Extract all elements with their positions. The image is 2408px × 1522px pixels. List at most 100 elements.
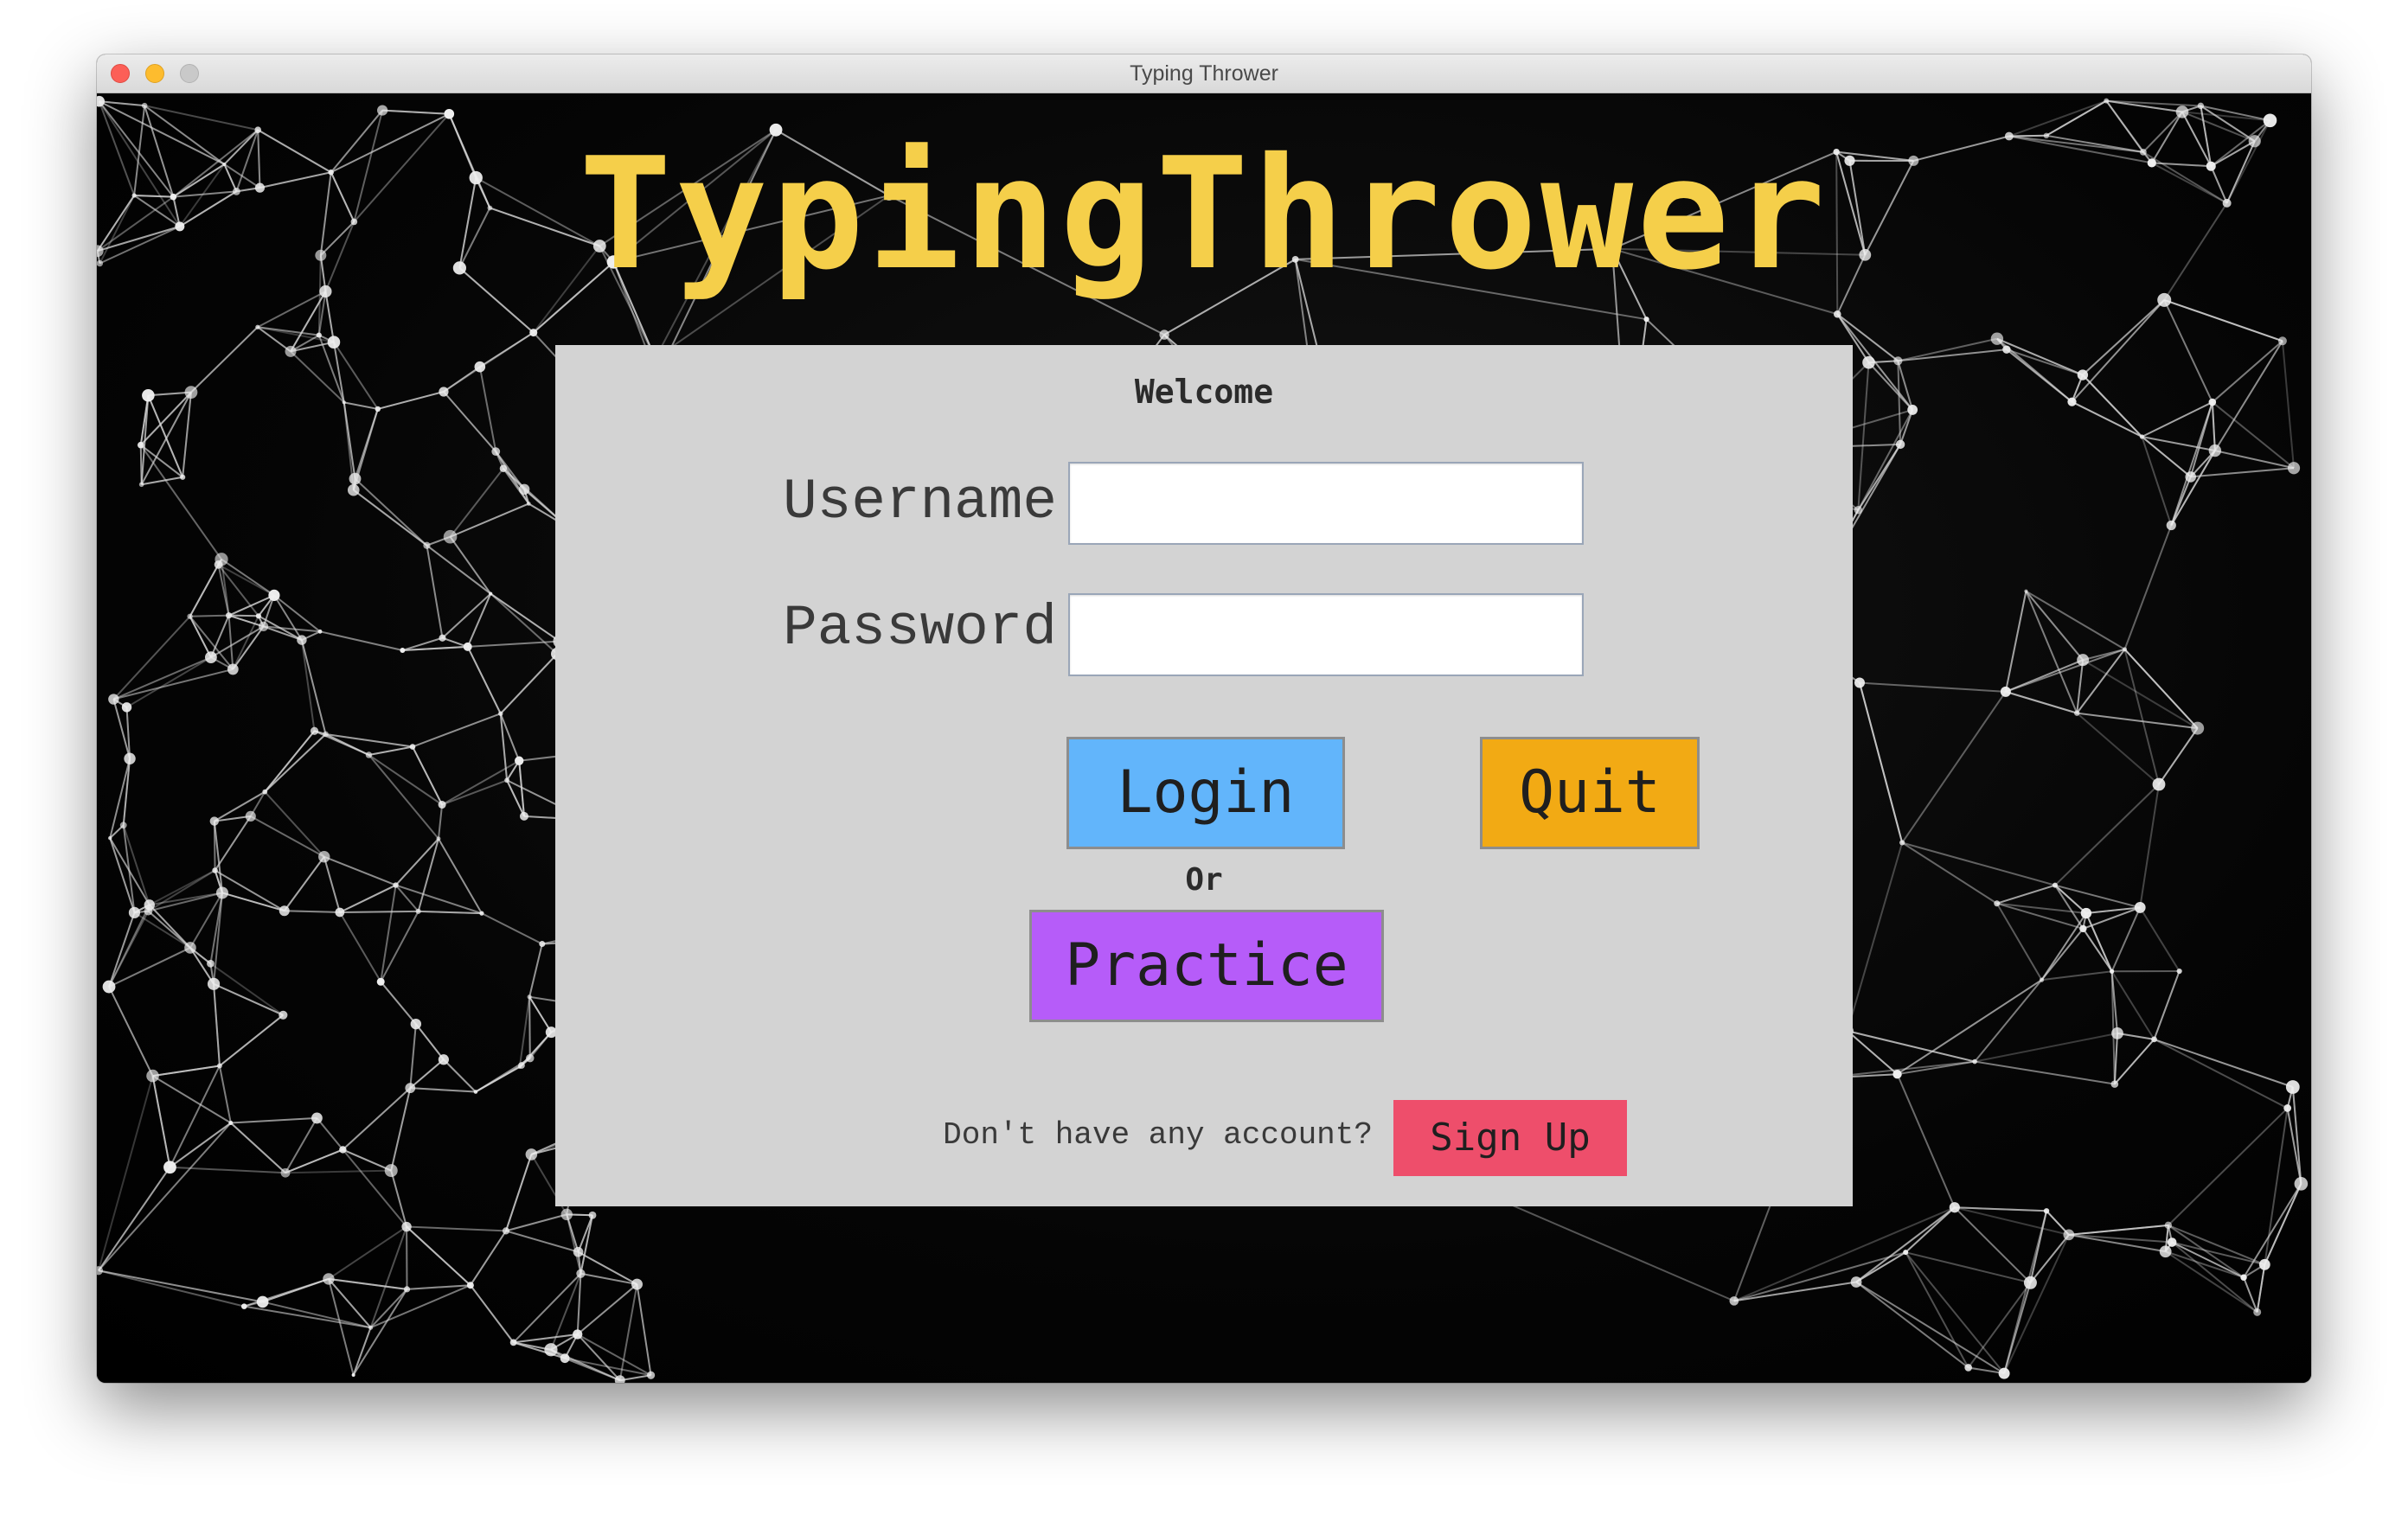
network-line [500, 653, 558, 714]
sign-up-button[interactable]: Sign Up [1393, 1100, 1627, 1176]
practice-button[interactable]: Practice [1029, 910, 1384, 1022]
network-node [108, 694, 119, 705]
network-line [2123, 525, 2173, 650]
network-line [1905, 1206, 1956, 1253]
network-node [1850, 1276, 1862, 1288]
network-line [441, 592, 491, 639]
network-node [368, 1325, 374, 1330]
network-node [473, 1090, 478, 1094]
network-line [1897, 361, 1902, 444]
network-node [316, 332, 322, 338]
network-node [311, 1112, 323, 1124]
network-line [443, 331, 535, 393]
network-node [2176, 968, 2182, 975]
network-node [519, 811, 528, 821]
network-line [576, 1333, 621, 1381]
network-line [443, 391, 497, 452]
network-line [2005, 690, 2078, 714]
network-line [218, 1065, 232, 1123]
network-line [339, 884, 397, 913]
login-button[interactable]: Login [1066, 737, 1345, 849]
network-line [370, 1284, 471, 1329]
password-input[interactable] [1068, 593, 1584, 676]
network-node [2052, 882, 2058, 888]
network-line [323, 856, 341, 913]
network-node [228, 1121, 234, 1126]
network-node [2164, 1221, 2173, 1230]
network-node [258, 621, 269, 632]
network-line [169, 1065, 221, 1168]
network-node [216, 1063, 222, 1069]
network-line [262, 1301, 371, 1329]
username-input[interactable] [1068, 462, 1584, 545]
network-line [214, 815, 252, 872]
network-line [152, 1075, 232, 1124]
network-line [190, 326, 259, 393]
network-node [2277, 336, 2287, 346]
network-line [169, 1122, 232, 1168]
network-node [1854, 677, 1865, 688]
network-node [401, 1221, 412, 1232]
network-line [189, 564, 220, 617]
network-line [264, 790, 325, 858]
network-line [342, 1148, 392, 1172]
network-node [141, 102, 148, 109]
network-node [256, 1295, 269, 1308]
network-node [163, 1161, 176, 1174]
network-node [102, 980, 116, 994]
network-node [225, 612, 233, 619]
network-node [466, 1282, 474, 1289]
network-line [415, 1023, 445, 1060]
network-node [2063, 1229, 2075, 1241]
network-line [244, 1305, 371, 1329]
network-node [339, 1146, 347, 1154]
network-line [505, 1154, 533, 1231]
network-node [2039, 977, 2045, 982]
network-line [1905, 1251, 2031, 1284]
network-node [2166, 520, 2176, 531]
network-line [2243, 1183, 2302, 1278]
network-line [1855, 1251, 1906, 1283]
network-line [2181, 111, 2270, 122]
network-line [412, 746, 443, 805]
network-line [466, 593, 492, 648]
network-node [1862, 355, 1875, 369]
network-line [505, 1230, 579, 1253]
network-line [449, 536, 492, 595]
network-line [409, 1058, 445, 1089]
network-line [2281, 341, 2296, 469]
network-line [528, 996, 531, 1058]
network-line [2154, 1038, 2289, 1110]
network-node [335, 907, 345, 918]
network-node [526, 1053, 535, 1063]
network-line [2213, 340, 2283, 451]
network-node [215, 886, 228, 899]
network-node [137, 441, 144, 449]
network-node [527, 994, 532, 1000]
network-line [1857, 409, 1914, 511]
title-bar[interactable]: Typing Thrower [97, 54, 2311, 93]
network-node [262, 789, 268, 795]
network-node [138, 482, 144, 488]
network-node [2151, 1036, 2157, 1043]
network-node [489, 592, 493, 596]
network-node [1949, 1202, 1960, 1213]
network-line [410, 1087, 476, 1093]
password-label: Password [783, 596, 1057, 661]
network-node [310, 726, 319, 735]
network-line [148, 892, 223, 912]
network-line [2082, 374, 2143, 438]
network-line [342, 1087, 411, 1151]
network-line [412, 713, 502, 748]
network-line [2025, 591, 2078, 714]
network-node [400, 648, 406, 654]
network-node [2191, 721, 2205, 735]
network-node [2139, 434, 2145, 439]
network-node [518, 1062, 525, 1069]
network-line [2082, 928, 2113, 972]
network-line [2068, 1233, 2173, 1244]
network-node [2110, 969, 2115, 974]
quit-button[interactable]: Quit [1480, 737, 1700, 849]
network-line [213, 982, 284, 1016]
network-line [314, 730, 369, 756]
